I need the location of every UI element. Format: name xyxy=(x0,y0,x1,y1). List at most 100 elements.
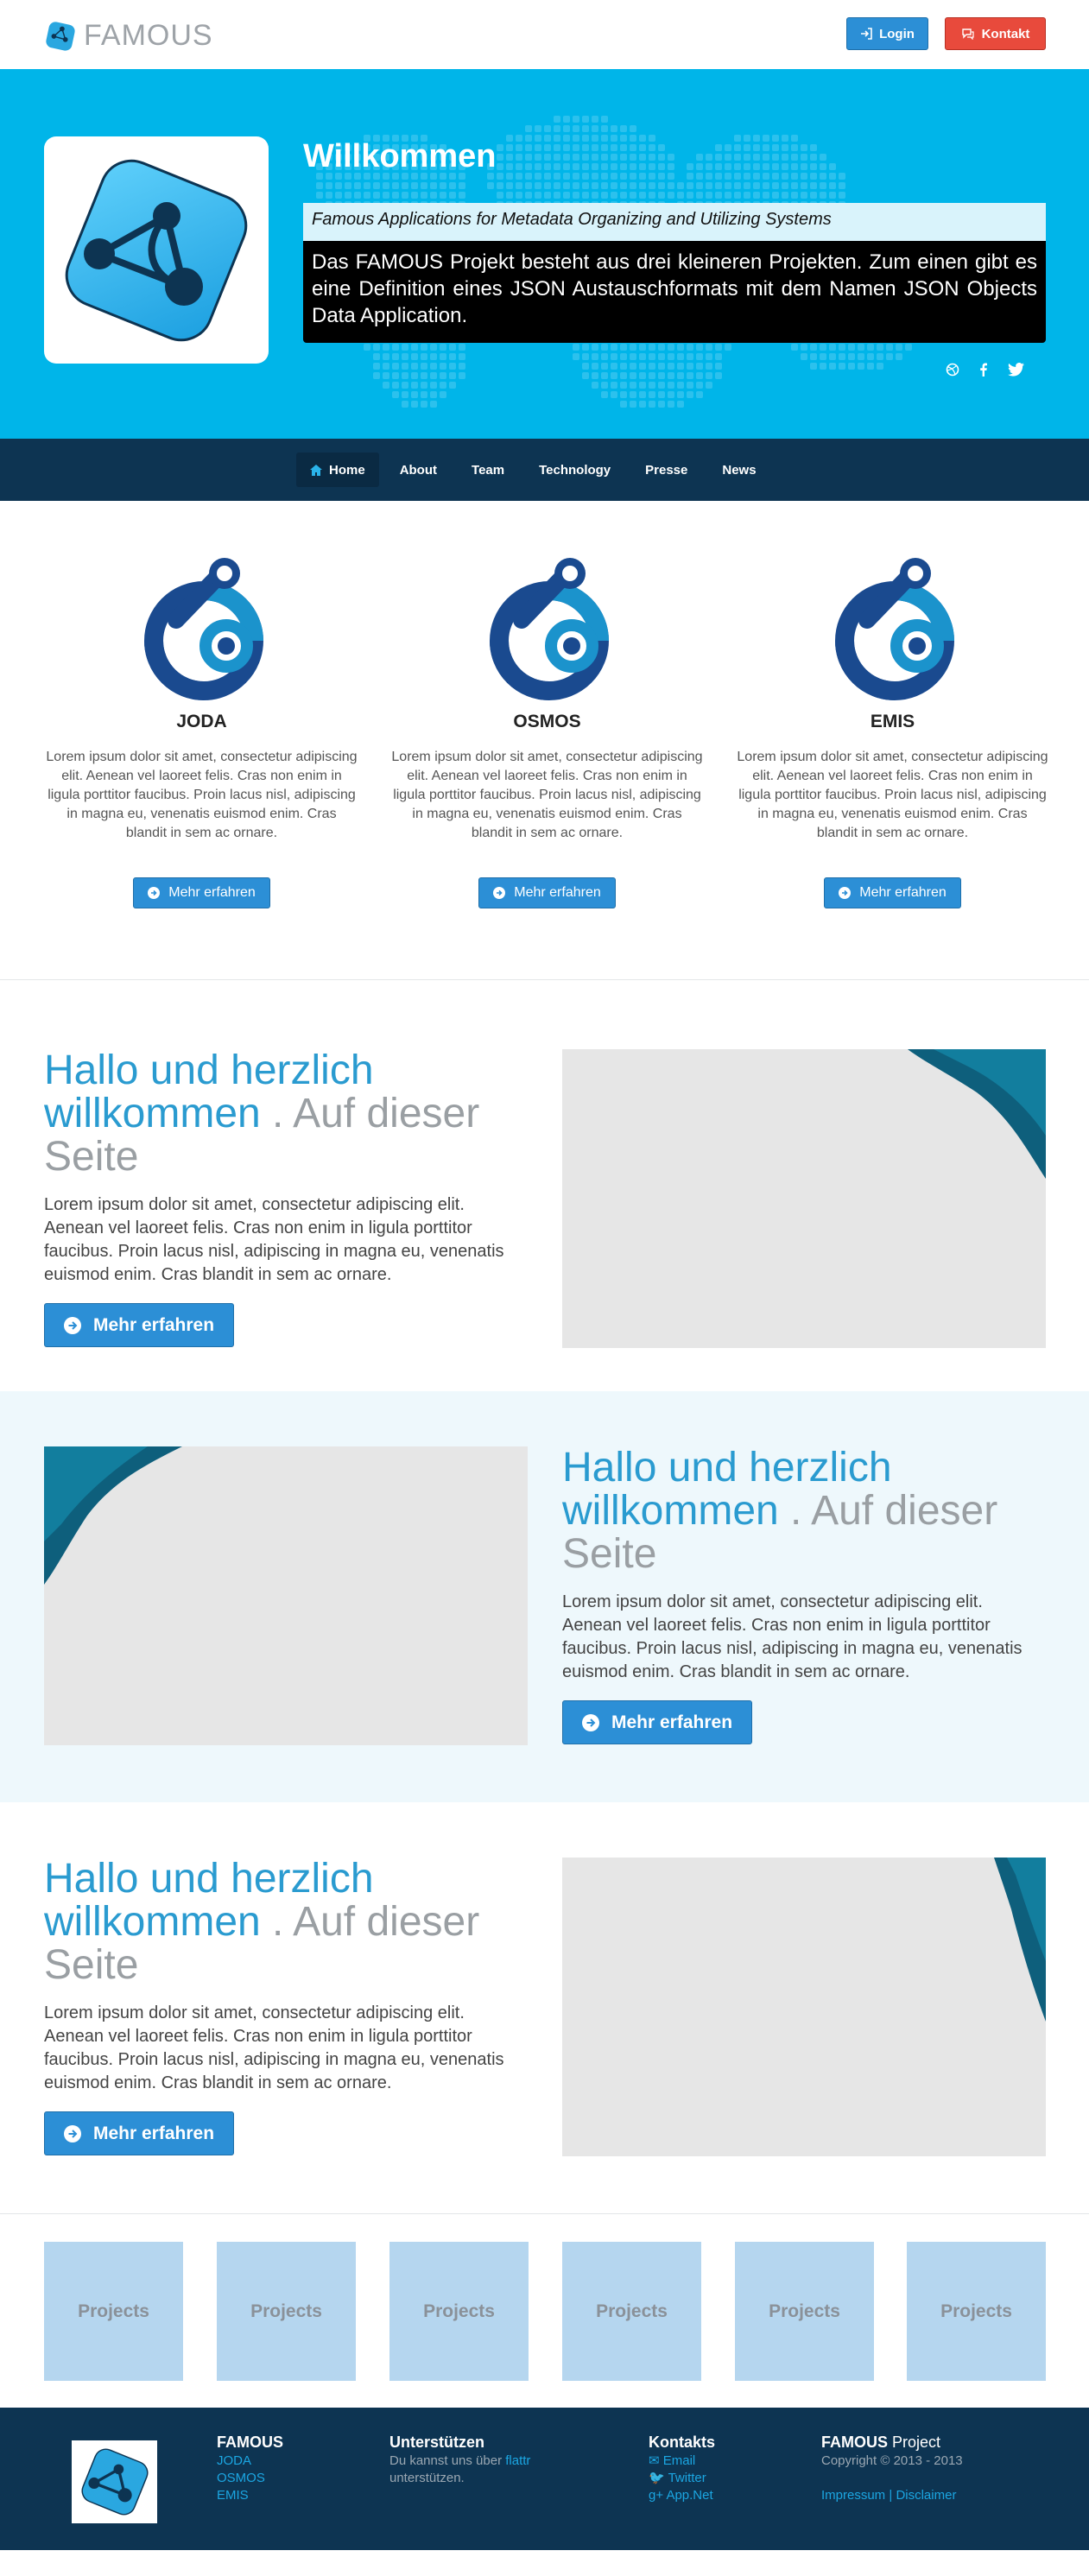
section-text: Lorem ipsum dolor sit amet, consectetur … xyxy=(44,1195,504,1284)
famous-network-logo-icon xyxy=(80,2448,149,2516)
mehr-erfahren-button[interactable]: Mehr erfahren xyxy=(44,2111,235,2155)
button-label: Mehr erfahren xyxy=(859,885,947,900)
decorative-wave-image xyxy=(994,1858,1046,2022)
button-label: Mehr erfahren xyxy=(168,885,256,900)
feature-osmos: OSMOS Lorem ipsum dolor sit amet, consec… xyxy=(389,553,705,908)
section-heading: Hallo und herzlich willkommen . Auf dies… xyxy=(562,1446,1046,1576)
disclaimer-link[interactable]: Disclaimer xyxy=(896,2488,956,2503)
section-heading: Hallo und herzlich willkommen . Auf dies… xyxy=(44,1049,528,1179)
mehr-erfahren-button[interactable]: Mehr erfahren xyxy=(133,877,270,908)
footer-col-project: FAMOUS Project Copyright © 2013 - 2013 I… xyxy=(821,2434,963,2504)
button-label: Mehr erfahren xyxy=(93,1314,215,1335)
button-label: Mehr erfahren xyxy=(514,885,601,900)
mehr-erfahren-button[interactable]: Mehr erfahren xyxy=(478,877,616,908)
section-heading: Hallo und herzlich willkommen . Auf dies… xyxy=(44,1858,528,1987)
footer-logo xyxy=(72,2440,157,2523)
section-text: Lorem ipsum dolor sit amet, consectetur … xyxy=(44,2003,504,2092)
google-plus-icon: g+ xyxy=(649,2488,667,2503)
footer: FAMOUS JODA OSMOS EMIS Unterstützen Du k… xyxy=(0,2408,1089,2550)
footer-link-label: Email xyxy=(662,2453,696,2468)
mehr-erfahren-button[interactable]: Mehr erfahren xyxy=(44,1303,235,1347)
project-logo-icon xyxy=(815,553,971,708)
feature-emis: EMIS Lorem ipsum dolor sit amet, consect… xyxy=(735,553,1050,908)
project-tile[interactable]: Projects xyxy=(389,2242,529,2381)
mehr-erfahren-button[interactable]: Mehr erfahren xyxy=(824,877,961,908)
footer-heading: Unterstützen xyxy=(389,2434,485,2451)
arrow-circle-right-icon xyxy=(64,2124,81,2142)
footer-col-support: Unterstützen Du kannst uns über flattr u… xyxy=(389,2434,562,2487)
brand[interactable]: FAMOUS xyxy=(44,19,213,53)
project-tile[interactable]: Projects xyxy=(907,2242,1046,2381)
footer-link-label: App.Net xyxy=(666,2488,713,2503)
nav-item-label: Technology xyxy=(539,462,611,478)
contact-label: Kontakt xyxy=(981,26,1030,41)
dribbble-icon[interactable] xyxy=(946,363,959,377)
project-logo-icon xyxy=(470,553,625,708)
project-tile[interactable]: Projects xyxy=(217,2242,356,2381)
footer-link-osmos[interactable]: OSMOS xyxy=(217,2470,283,2487)
decorative-wave-image xyxy=(908,1049,1046,1179)
arrow-circle-right-icon xyxy=(839,887,852,899)
image-placeholder xyxy=(44,1446,528,1745)
hero-subtitle: Famous Applications for Metadata Organiz… xyxy=(303,203,1046,241)
intro-section-2: Hallo und herzlich willkommen . Auf dies… xyxy=(0,1391,1089,1802)
feature-title: JODA xyxy=(176,712,227,731)
login-icon xyxy=(861,28,872,40)
hero-logo xyxy=(44,136,269,364)
arrow-circle-right-icon xyxy=(148,887,161,899)
feature-text: Lorem ipsum dolor sit amet, consectetur … xyxy=(46,750,358,840)
footer-link-emis[interactable]: EMIS xyxy=(217,2487,283,2504)
project-tile[interactable]: Projects xyxy=(562,2242,701,2381)
flattr-link[interactable]: flattr xyxy=(505,2453,530,2468)
footer-link-appnet[interactable]: g+ App.Net xyxy=(649,2487,715,2504)
footer-project-suffix: Project xyxy=(888,2434,941,2451)
famous-logo-icon xyxy=(46,21,75,51)
nav-item-about[interactable]: About xyxy=(386,453,451,487)
footer-col-famous: FAMOUS JODA OSMOS EMIS xyxy=(217,2434,283,2504)
contact-button[interactable]: Kontakt xyxy=(945,17,1046,50)
nav-item-technology[interactable]: Technology xyxy=(525,453,624,487)
nav-item-news[interactable]: News xyxy=(708,453,769,487)
section-text: Lorem ipsum dolor sit amet, consectetur … xyxy=(562,1592,1023,1681)
main-navigation: Home About Team Technology Presse News xyxy=(0,439,1089,501)
twitter-icon[interactable] xyxy=(1008,363,1025,377)
nav-item-presse[interactable]: Presse xyxy=(631,453,701,487)
footer-heading: FAMOUS xyxy=(217,2434,284,2451)
footer-heading: FAMOUS Project xyxy=(821,2434,963,2451)
image-placeholder xyxy=(562,1049,1046,1348)
footer-separator: | xyxy=(889,2488,893,2503)
support-text: Du kannst uns über xyxy=(389,2453,506,2468)
footer-link-twitter[interactable]: 🐦 Twitter xyxy=(649,2470,715,2487)
nav-item-home[interactable]: Home xyxy=(296,453,379,487)
login-button[interactable]: Login xyxy=(846,17,928,50)
button-label: Mehr erfahren xyxy=(611,1712,733,1732)
footer-heading: Kontakts xyxy=(649,2434,716,2451)
footer-project-name: FAMOUS xyxy=(821,2434,889,2451)
facebook-icon[interactable] xyxy=(977,363,991,377)
decorative-wave-image xyxy=(44,1446,182,1585)
features-section: JODA Lorem ipsum dolor sit amet, consect… xyxy=(0,501,1089,980)
login-label: Login xyxy=(879,26,915,41)
feature-joda: JODA Lorem ipsum dolor sit amet, consect… xyxy=(44,553,359,908)
arrow-circle-right-icon xyxy=(582,1713,599,1731)
nav-item-label: News xyxy=(722,462,757,478)
mehr-erfahren-button[interactable]: Mehr erfahren xyxy=(562,1700,753,1744)
nav-item-team[interactable]: Team xyxy=(458,453,518,487)
intro-section-3: Hallo und herzlich willkommen . Auf dies… xyxy=(0,1802,1089,2213)
top-bar: FAMOUS Login Kontakt xyxy=(0,0,1089,69)
footer-link-joda[interactable]: JODA xyxy=(217,2453,283,2470)
hero-title: Willkommen xyxy=(303,138,497,174)
impressum-link[interactable]: Impressum xyxy=(821,2488,885,2503)
copyright: Copyright © 2013 - 2013 xyxy=(821,2453,963,2468)
nav-item-label: About xyxy=(399,462,438,478)
project-tile[interactable]: Projects xyxy=(44,2242,183,2381)
feature-title: EMIS xyxy=(870,712,915,731)
chat-icon xyxy=(961,28,974,40)
footer-link-email[interactable]: ✉ Email xyxy=(649,2453,715,2470)
feature-text: Lorem ipsum dolor sit amet, consectetur … xyxy=(737,750,1048,840)
project-tile[interactable]: Projects xyxy=(735,2242,874,2381)
brand-name: FAMOUS xyxy=(84,19,213,52)
twitter-icon: 🐦 xyxy=(649,2471,668,2485)
arrow-circle-right-icon xyxy=(493,887,506,899)
famous-network-logo-icon xyxy=(65,159,248,341)
